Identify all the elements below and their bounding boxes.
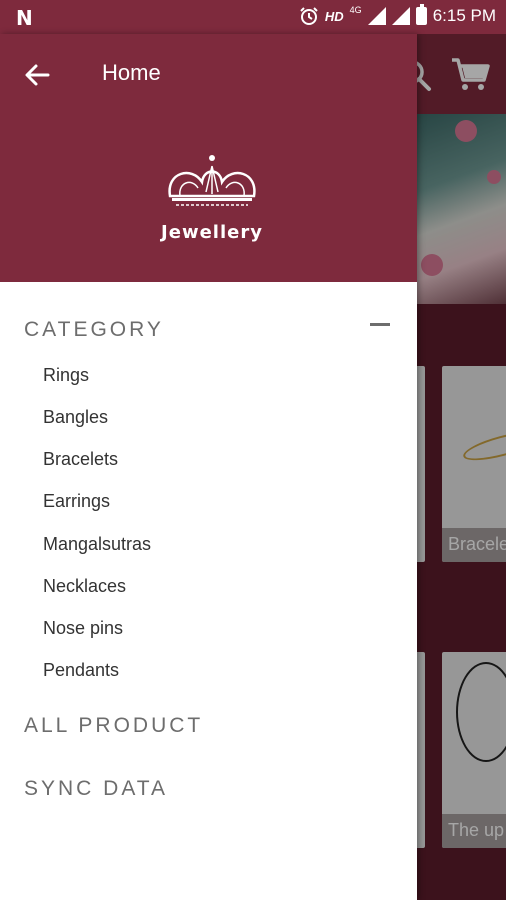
drawer-scrim[interactable] (417, 34, 506, 900)
notification-n-icon: N (16, 6, 33, 30)
logo-text: Jewellery (161, 222, 263, 243)
category-item-mangalsutras[interactable]: Mangalsutras (43, 534, 151, 555)
navigation-drawer: Home Jewellery CATEGORY Rings Bangles Br… (0, 34, 417, 900)
network-type-label: 4G (349, 5, 362, 15)
category-item-nose-pins[interactable]: Nose pins (43, 618, 123, 639)
battery-icon (415, 4, 427, 25)
category-item-earrings[interactable]: Earrings (43, 491, 110, 512)
jewellery-crown-logo (168, 155, 256, 206)
category-item-bracelets[interactable]: Bracelets (43, 449, 118, 470)
collapse-minus-icon[interactable] (370, 323, 390, 326)
signal-icon (367, 7, 386, 25)
status-bar: N HD 4G 6:15 PM (0, 0, 506, 34)
status-icons: HD 4G 6:15 PM (299, 4, 496, 26)
drawer-header: Home Jewellery (0, 34, 417, 282)
category-item-pendants[interactable]: Pendants (43, 660, 119, 681)
clock: 6:15 PM (432, 6, 496, 25)
toolbar-title: Home (102, 60, 161, 85)
alarm-icon (300, 7, 318, 25)
category-item-rings[interactable]: Rings (43, 365, 89, 386)
wifi-signal-icon (391, 7, 410, 25)
hd-label: HD (324, 8, 344, 24)
back-arrow-icon[interactable] (22, 60, 52, 90)
category-item-bangles[interactable]: Bangles (43, 407, 108, 428)
category-item-necklaces[interactable]: Necklaces (43, 576, 126, 597)
category-section-header[interactable]: CATEGORY (24, 318, 164, 342)
sync-data-menu-item[interactable]: SYNC DATA (24, 777, 168, 801)
all-product-menu-item[interactable]: ALL PRODUCT (24, 714, 203, 738)
